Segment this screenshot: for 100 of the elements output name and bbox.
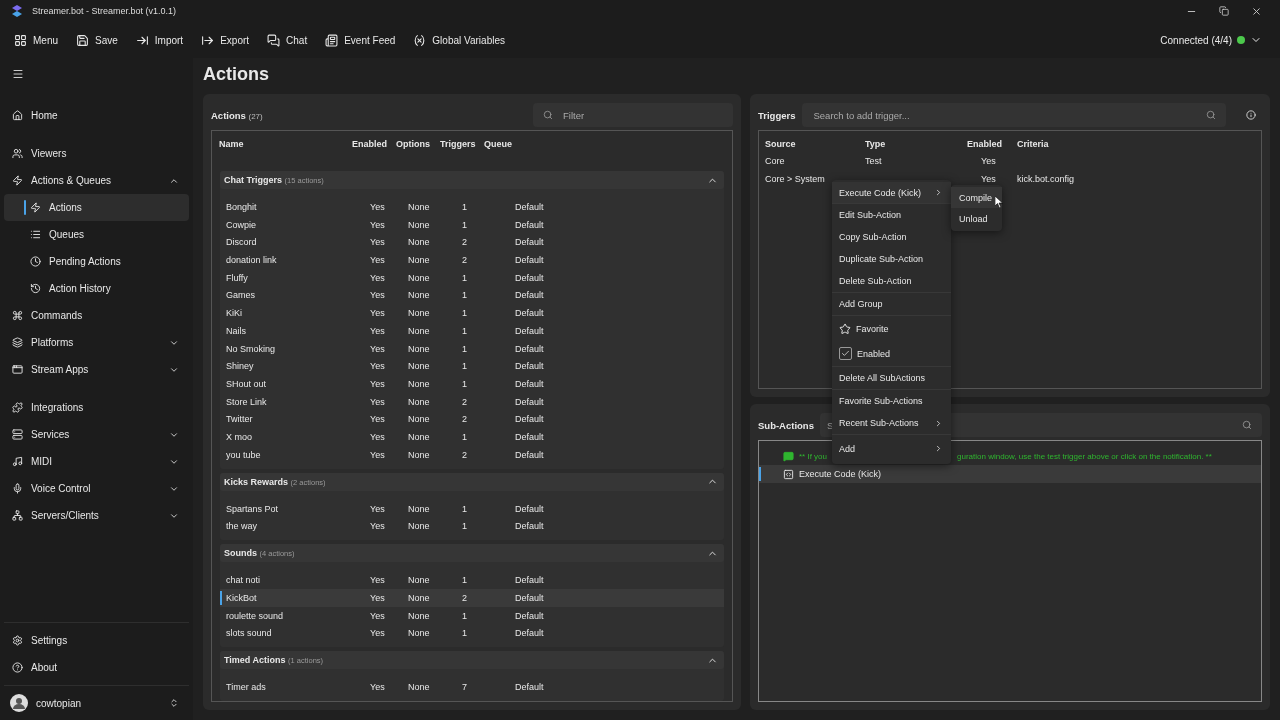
action-row[interactable]: chat noti Yes None 1 Default [220, 571, 724, 589]
comment-icon [783, 450, 794, 462]
toolbar-button[interactable]: Global Variables [405, 29, 513, 51]
action-row[interactable]: SHout out Yes None 1 Default [220, 375, 724, 393]
sidebar-item[interactable]: Pending Actions [4, 248, 189, 275]
table-cell-text: Fluffy [226, 272, 249, 283]
sidebar-item[interactable]: Settings [4, 627, 189, 654]
filter-field[interactable]: Filter [561, 108, 723, 122]
table-cell-text: 1 [462, 521, 468, 532]
table-cell-text: None [408, 628, 431, 639]
table-cell-text: 1 [462, 308, 468, 319]
table-cell-text: Default [515, 379, 545, 390]
column-header: Criteria [1016, 138, 1050, 151]
action-row[interactable]: roulette sound Yes None 1 Default [220, 606, 724, 625]
sidebar-item[interactable]: Queues [4, 221, 189, 248]
menu-item[interactable]: Favorite [832, 315, 951, 341]
action-row[interactable]: Nails Yes None 1 Default [220, 322, 724, 340]
table-cell-text: 1 [462, 325, 468, 336]
table-cell-text: 1 [462, 361, 468, 372]
user-name: cowtopian [36, 697, 83, 709]
menu-item[interactable]: Duplicate Sub-Action [832, 248, 951, 270]
action-row[interactable]: X moo Yes None 1 Default [220, 428, 724, 447]
toolbar-button[interactable]: Save [68, 29, 126, 51]
users-icon [12, 148, 23, 159]
trigger-search-field[interactable]: Search to add trigger... [811, 108, 1198, 122]
table-cell-text: Default [515, 628, 545, 639]
action-row[interactable]: Store Link Yes None 2 Default [220, 392, 724, 411]
action-row[interactable]: Shiney Yes None 1 Default [220, 357, 724, 376]
toolbar-button[interactable]: Event Feed [317, 29, 404, 51]
menu-item[interactable]: Execute Code (Kick) [832, 182, 951, 203]
expand-icon[interactable] [169, 698, 179, 708]
action-row[interactable]: Discord Yes None 2 Default [220, 233, 724, 252]
toolbar-button[interactable]: Menu [6, 29, 66, 51]
table-cell-text: Default [515, 592, 545, 603]
sidebar-item[interactable]: Voice Control [4, 475, 189, 502]
table-cell-text: Yes [370, 449, 386, 460]
menu-item[interactable]: Compile [951, 187, 1002, 208]
menu-item[interactable]: Delete All SubActions [832, 366, 951, 389]
action-row[interactable]: No Smoking Yes None 1 Default [220, 339, 724, 358]
menu-item[interactable]: Favorite Sub-Actions [832, 389, 951, 412]
sidebar-item[interactable]: MIDI [4, 448, 189, 475]
table-cell-text: None [408, 343, 431, 354]
table-cell-text: None [408, 325, 431, 336]
action-row[interactable]: KickBot Yes None 2 Default [220, 588, 724, 607]
action-row[interactable]: Timer ads Yes None 7 Default [220, 678, 724, 696]
sidebar-item[interactable]: Viewers [4, 140, 189, 167]
table-cell-text: None [408, 290, 431, 301]
sidebar-item[interactable]: Stream Apps [4, 356, 189, 383]
action-row[interactable]: the way Yes None 1 Default [220, 517, 724, 536]
layers-icon [12, 337, 23, 348]
table-cell-text: Yes [370, 361, 386, 372]
filter-box[interactable]: Filter [533, 103, 733, 127]
sidebar-item[interactable]: About [4, 654, 189, 681]
action-row[interactable]: Bonghit Yes None 1 Default [220, 198, 724, 216]
menu-item[interactable]: Copy Sub-Action [832, 226, 951, 248]
action-row[interactable]: KiKi Yes None 1 Default [220, 304, 724, 323]
action-row[interactable]: Fluffy Yes None 1 Default [220, 268, 724, 287]
action-row[interactable]: donation link Yes None 2 Default [220, 251, 724, 269]
cursor-icon [995, 196, 1003, 208]
action-row[interactable]: you tube Yes None 2 Default [220, 446, 724, 464]
toolbar-button[interactable]: Export [193, 29, 258, 51]
sidebar-item[interactable]: Commands [4, 302, 189, 329]
menu-item[interactable]: Add Group [832, 292, 951, 315]
action-row[interactable]: Games Yes None 1 Default [220, 286, 724, 305]
trigger-search-box[interactable]: Search to add trigger... [801, 103, 1226, 127]
action-row[interactable]: Cowpie Yes None 1 Default [220, 215, 724, 234]
subaction-row[interactable]: Execute Code (Kick) [759, 465, 1261, 483]
sidebar-item[interactable]: Home [4, 102, 189, 129]
star-icon [839, 322, 851, 335]
table-cell-text: Default [515, 521, 545, 532]
sidebar-item[interactable]: Services [4, 421, 189, 448]
menu-item[interactable]: Recent Sub-Actions [832, 412, 951, 434]
sidebar-item[interactable]: Actions & Queues [4, 167, 189, 194]
table-cell-text: Yes [370, 219, 386, 230]
menu-icon[interactable] [12, 68, 24, 80]
table-cell-text: Twitter [226, 414, 254, 425]
puzzle-icon [12, 402, 23, 413]
sidebar-item[interactable]: Platforms [4, 329, 189, 356]
action-row[interactable]: Spartans Pot Yes None 1 Default [220, 499, 724, 518]
action-row[interactable]: Twitter Yes None 2 Default [220, 410, 724, 429]
info-icon[interactable] [1246, 110, 1256, 120]
table-cell-text: 1 [462, 290, 468, 301]
sidebar-item[interactable]: Action History [4, 275, 189, 302]
chevron-right-icon [934, 444, 943, 453]
close-icon[interactable] [1251, 5, 1262, 17]
table-cell-text: 2 [462, 237, 468, 248]
table-cell-text: Default [515, 201, 545, 212]
menu-item[interactable]: Add [832, 434, 951, 462]
sidebar-item[interactable]: Actions [4, 194, 189, 221]
action-row[interactable]: slots sound Yes None 1 Default [220, 624, 724, 643]
sidebar-item[interactable]: Integrations [4, 394, 189, 421]
save-icon [76, 33, 89, 47]
window-title: Streamer.bot - Streamer.bot (v1.0.1) [32, 6, 178, 16]
menu-item[interactable]: Delete Sub-Action [832, 270, 951, 292]
menu-item[interactable]: Enabled [832, 341, 951, 366]
menu-item[interactable]: Unload [951, 208, 1002, 229]
restore-icon[interactable] [1219, 5, 1229, 16]
toolbar-button[interactable]: Import [127, 29, 192, 51]
sidebar-item[interactable]: Servers/Clients [4, 502, 189, 529]
toolbar-button[interactable]: Chat [259, 29, 316, 51]
